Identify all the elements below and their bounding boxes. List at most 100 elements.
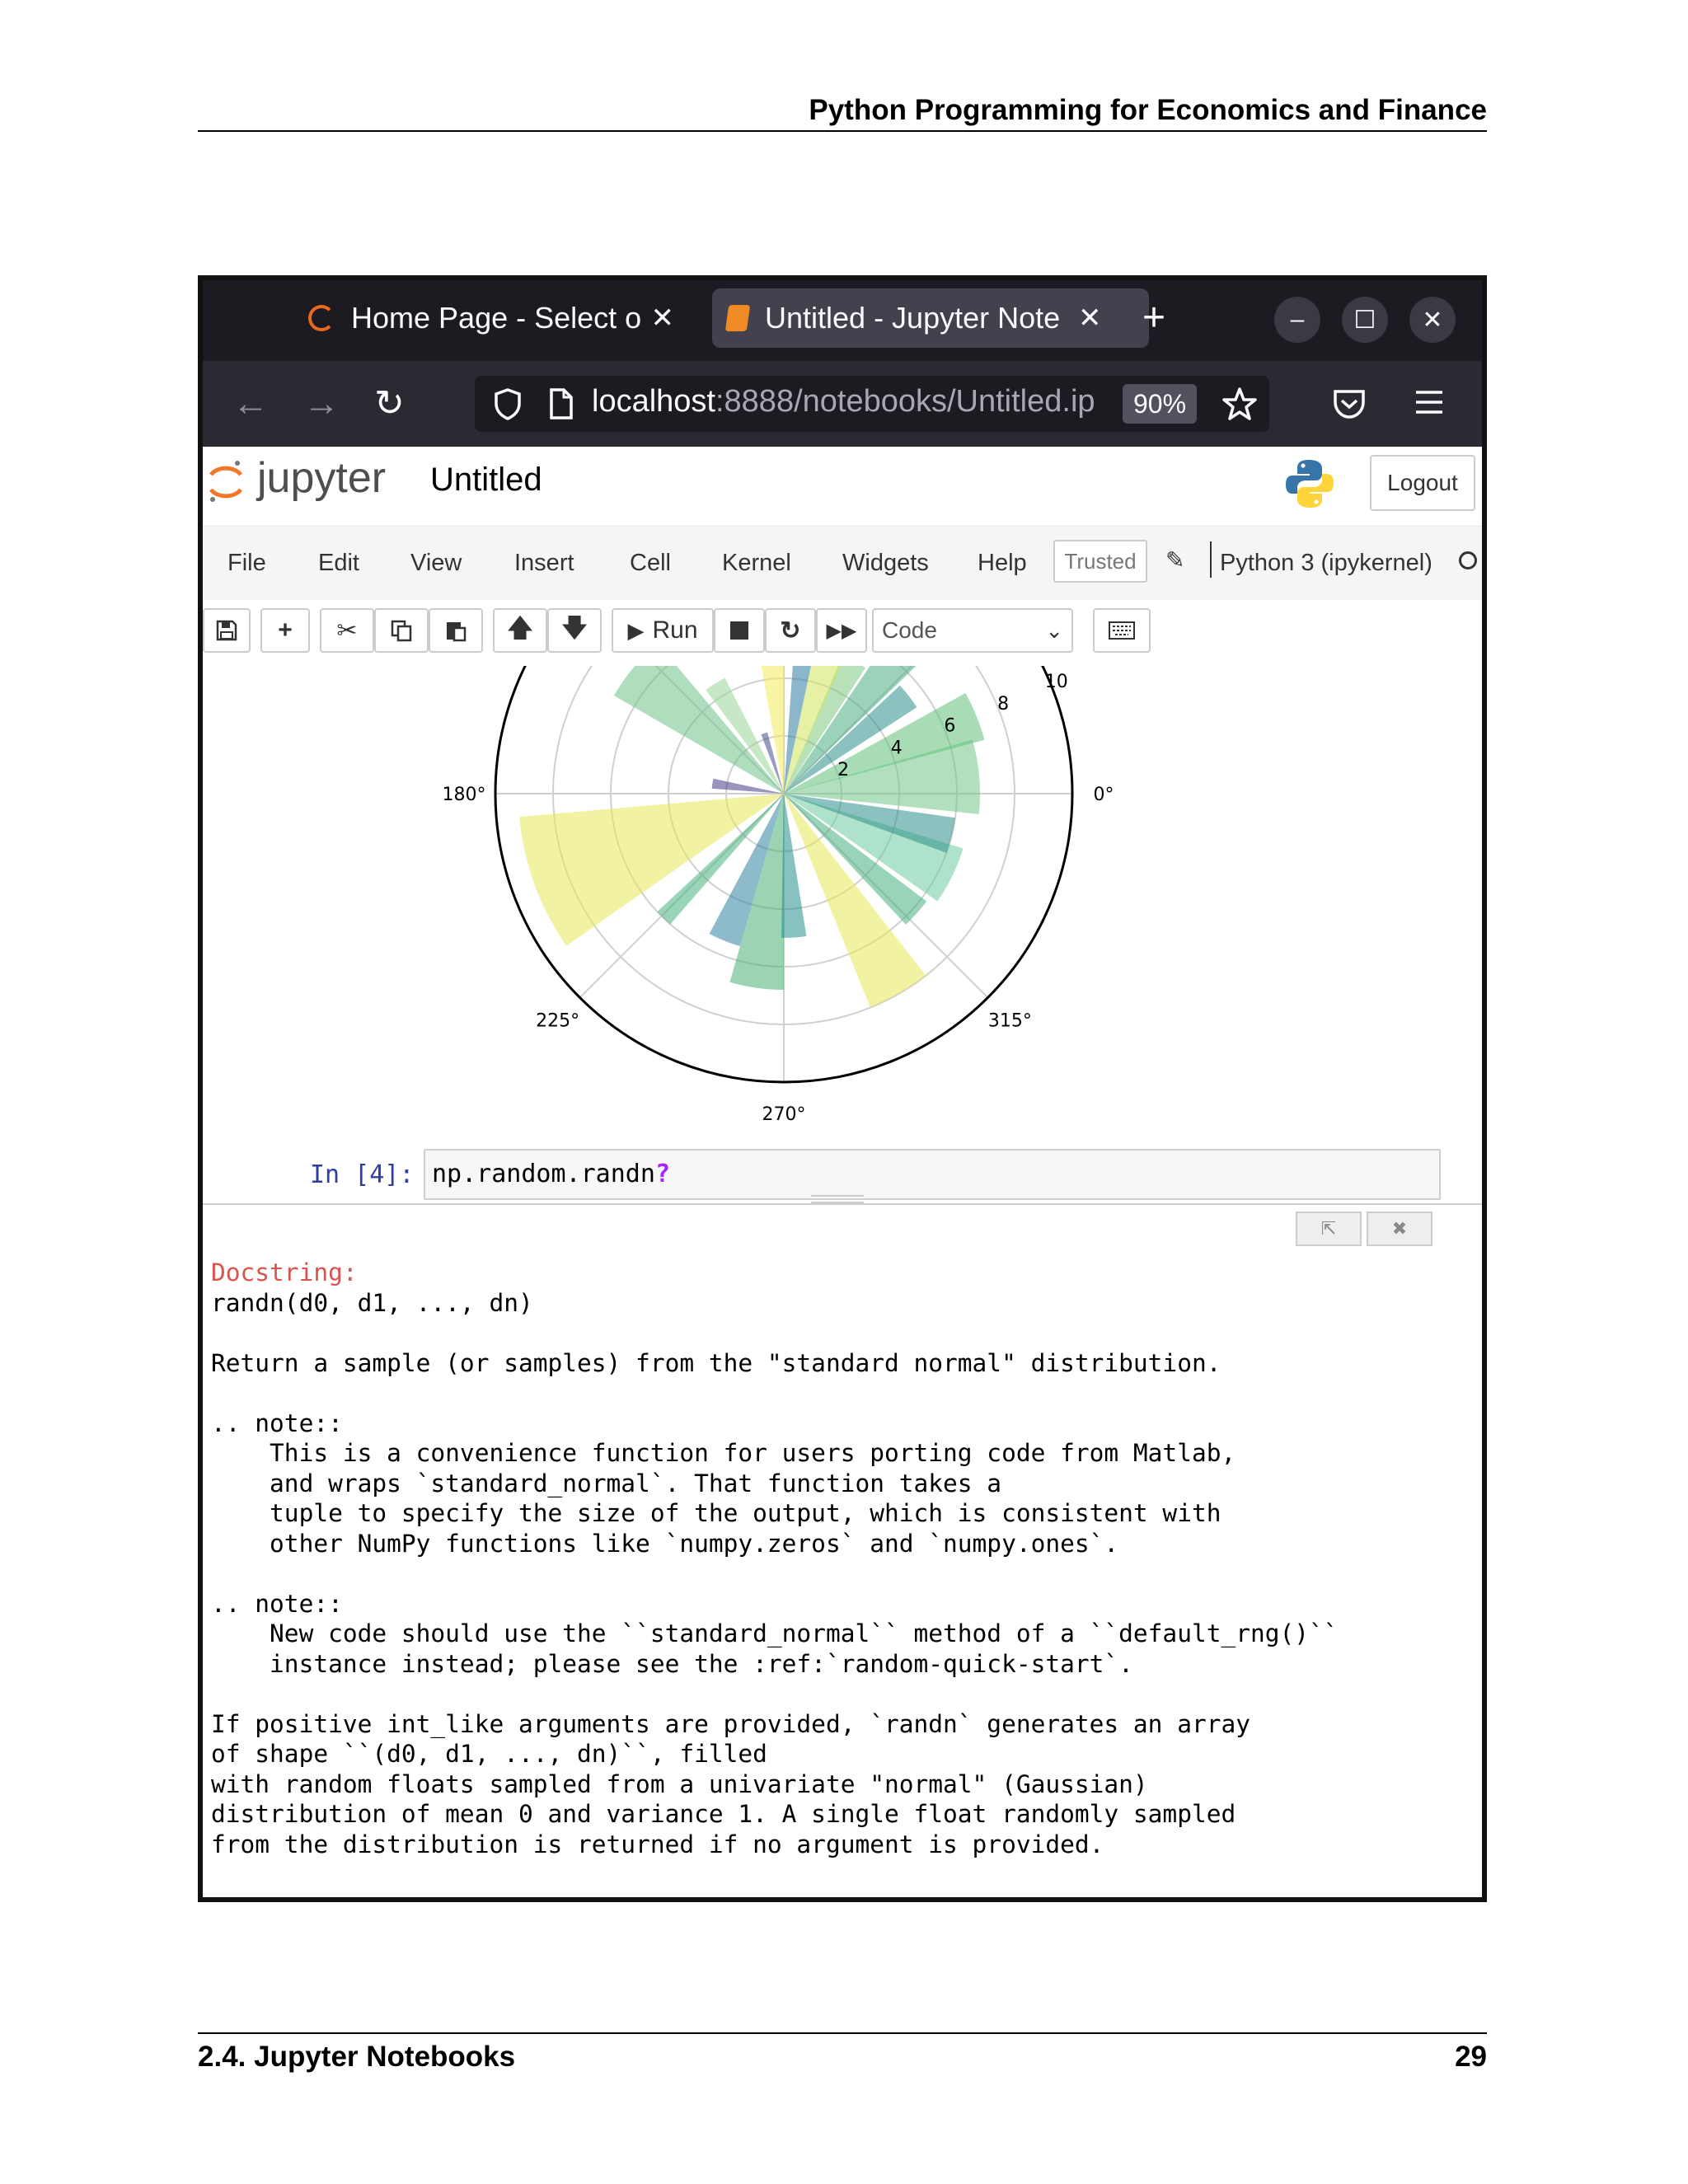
polar-bar-chart: 0° 180° 225° 270° 315° 2 4 6 8 10 (443, 666, 1114, 1125)
url-text[interactable]: localhost:8888/notebooks/Untitled.ip (592, 384, 1111, 419)
docstring-text: Docstring: randn(d0, d1, ..., dn) Return… (211, 1258, 1339, 1859)
polar-bar (613, 666, 784, 794)
save-icon (216, 620, 237, 641)
radial-tick-label: 6 (944, 716, 955, 737)
zoom-level[interactable]: 90% (1123, 384, 1197, 424)
arrow-down-icon: 🡇 (561, 614, 588, 642)
menu-edit[interactable]: Edit (318, 550, 359, 577)
external-link-icon: ⇱ (1320, 1218, 1337, 1239)
notebook-toolbar: + ✂ 🡅 🡇 ▶ Run ↻ ▶▶ Code ⌄ (203, 600, 1482, 666)
kernel-separator (1210, 541, 1212, 578)
menu-view[interactable]: View (410, 550, 462, 577)
angle-tick-label: 270° (762, 1104, 806, 1125)
jupyter-header: jupyter Untitled Logout (203, 447, 1482, 526)
python-logo-icon (1286, 460, 1334, 508)
angle-tick-label: 0° (1094, 785, 1114, 805)
copy-icon (391, 620, 412, 642)
radial-tick-label: 2 (837, 760, 849, 780)
reload-icon[interactable]: ↻ (374, 384, 405, 424)
menu-cell[interactable]: Cell (630, 550, 671, 577)
kernel-status-icon (1459, 551, 1477, 569)
radial-tick-label: 4 (891, 738, 903, 758)
copy-button[interactable] (374, 608, 429, 653)
tab-label: Untitled - Jupyter Note (765, 301, 1061, 335)
run-label: Run (652, 616, 698, 644)
new-tab-button[interactable]: + (1142, 293, 1165, 343)
arrow-up-icon: 🡅 (507, 614, 533, 642)
kernel-name[interactable]: Python 3 (ipykernel) (1220, 550, 1432, 577)
notebook-title[interactable]: Untitled (430, 462, 542, 499)
keyboard-icon (1109, 621, 1135, 640)
save-button[interactable] (203, 608, 251, 653)
help-pager: ⇱ ✖ Docstring: randn(d0, d1, ..., dn) Re… (203, 1195, 1482, 1897)
scissors-icon: ✂ (336, 616, 358, 644)
pocket-icon[interactable] (1332, 387, 1367, 420)
browser-window: Home Page - Select or c ✕ Untitled - Jup… (198, 275, 1487, 1902)
angle-tick-label: 225° (536, 1010, 579, 1031)
move-down-button[interactable]: 🡇 (547, 608, 602, 653)
docstring-body: randn(d0, d1, ..., dn) Return a sample (… (211, 1288, 1339, 1858)
menu-insert[interactable]: Insert (514, 550, 574, 577)
page-icon (550, 388, 573, 419)
restart-button[interactable]: ↻ (765, 608, 816, 653)
close-window-button[interactable]: ✕ (1409, 297, 1456, 343)
menu-bar: File Edit View Insert Cell Kernel Widget… (203, 526, 1482, 602)
restart-icon: ↻ (780, 616, 801, 644)
tab-label: Home Page - Select or c (351, 301, 643, 335)
move-up-button[interactable]: 🡅 (493, 608, 547, 653)
pager-close-button[interactable]: ✖ (1367, 1212, 1432, 1246)
menu-kernel[interactable]: Kernel (722, 550, 791, 577)
notebook-icon (724, 305, 751, 331)
loading-spinner-icon (308, 305, 335, 331)
back-icon[interactable]: ← (232, 384, 269, 424)
docstring-header: Docstring: (211, 1258, 358, 1286)
menu-file[interactable]: File (227, 550, 266, 577)
cell-type-select[interactable]: Code ⌄ (872, 608, 1073, 653)
pager-expand-button[interactable]: ⇱ (1296, 1212, 1362, 1246)
paste-icon (447, 622, 467, 642)
chevron-down-icon: ⌄ (1045, 618, 1063, 643)
command-palette-button[interactable] (1093, 608, 1151, 653)
fast-forward-icon: ▶▶ (826, 619, 857, 642)
jupyter-logo-icon[interactable] (208, 458, 244, 504)
code-input[interactable]: np.random.randn? (424, 1149, 1441, 1200)
run-button[interactable]: ▶ Run (612, 608, 714, 653)
minimize-button[interactable]: – (1274, 297, 1320, 343)
restart-run-all-button[interactable]: ▶▶ (816, 608, 867, 653)
url-bar[interactable]: localhost:8888/notebooks/Untitled.ip 90% (475, 376, 1269, 432)
cell-prompt: In [4]: (310, 1160, 415, 1189)
tab-untitled-notebook[interactable]: Untitled - Jupyter Note ✕ (712, 288, 1149, 348)
page-header: Python Programming for Economics and Fin… (198, 91, 1487, 132)
footer-section: 2.4. Jupyter Notebooks (198, 2041, 516, 2073)
paste-button[interactable] (429, 608, 483, 653)
angle-tick-label: 180° (443, 785, 486, 805)
navigation-bar: ← → ↻ localhost:8888/notebooks/Untitled.… (203, 361, 1482, 447)
trusted-badge[interactable]: Trusted (1053, 540, 1147, 583)
cut-button[interactable]: ✂ (320, 608, 374, 653)
interrupt-button[interactable] (714, 608, 765, 653)
radial-tick-label: 8 (997, 694, 1009, 715)
edit-pencil-icon[interactable]: ✎ (1165, 546, 1184, 574)
bookmark-star-icon[interactable] (1221, 386, 1258, 422)
forward-icon[interactable]: → (303, 384, 340, 424)
play-icon: ▶ (627, 617, 645, 643)
stop-icon (730, 621, 748, 640)
close-tab-icon[interactable]: ✕ (1078, 302, 1102, 335)
footer-rule (198, 2032, 1487, 2034)
shield-icon[interactable] (493, 387, 523, 420)
radial-tick-label: 10 (1045, 672, 1068, 692)
logout-button[interactable]: Logout (1370, 455, 1475, 511)
tab-home-page[interactable]: Home Page - Select or c ✕ (293, 288, 689, 348)
tab-bar: Home Page - Select or c ✕ Untitled - Jup… (203, 280, 1482, 361)
plus-icon: + (278, 616, 293, 644)
notebook-content: 0° 180° 225° 270° 315° 2 4 6 8 10 In [4]: np.rand… (203, 666, 1482, 1243)
maximize-button[interactable]: ☐ (1342, 297, 1388, 343)
close-tab-icon[interactable]: ✕ (651, 302, 675, 335)
jupyter-logo-text[interactable]: jupyter (257, 453, 386, 503)
menu-icon[interactable] (1414, 389, 1444, 415)
menu-help[interactable]: Help (978, 550, 1027, 577)
insert-cell-button[interactable]: + (260, 608, 310, 653)
pager-resize-handle[interactable] (811, 1195, 864, 1203)
close-icon: ✖ (1391, 1218, 1408, 1239)
menu-widgets[interactable]: Widgets (842, 550, 929, 577)
